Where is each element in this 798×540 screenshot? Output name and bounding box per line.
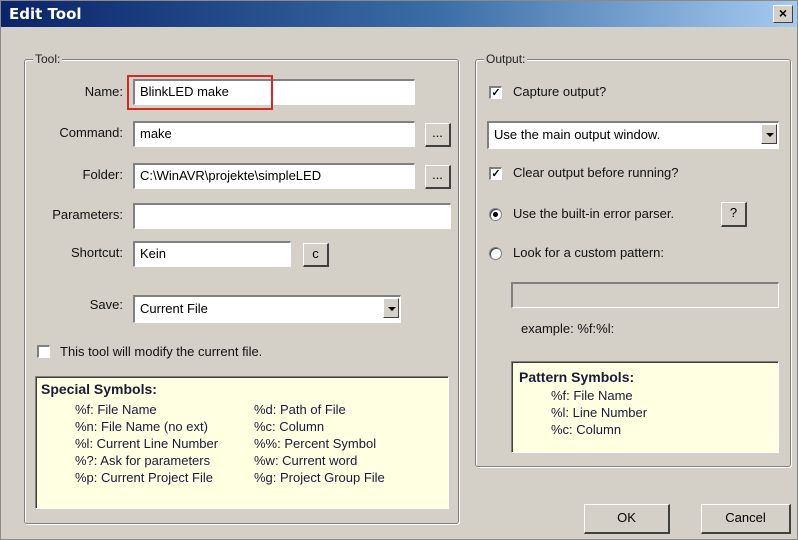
symbol-path-of-file: %d: Path of File [254,402,346,417]
help-icon: ? [729,205,738,220]
custom-pattern-label: Look for a custom pattern: [513,245,665,260]
capture-output-label: Capture output? [513,84,607,99]
command-field[interactable]: make [133,121,415,147]
pattern-symbols-title: Pattern Symbols: [519,369,635,385]
output-window-value: Use the main output window. [494,127,661,142]
pattern-symbol-line-number: %l: Line Number [551,405,648,420]
tool-group-title: Tool: [33,52,63,66]
window-title: Edit Tool [9,5,82,23]
cancel-label: Cancel [725,510,766,525]
ok-button[interactable]: OK [584,504,670,534]
folder-browse-button[interactable]: ... [425,165,451,189]
symbol-project-file: %p: Current Project File [75,470,213,485]
output-group-title: Output: [484,52,528,66]
folder-field[interactable]: C:\WinAVR\projekte\simpleLED [133,163,415,189]
title-bar[interactable]: Edit Tool [1,1,797,27]
parameters-field[interactable] [133,203,451,229]
pattern-symbol-column: %c: Column [551,422,622,437]
special-symbols-title: Special Symbols: [41,381,157,397]
shortcut-clear-button[interactable]: c [303,243,329,267]
shortcut-label: Shortcut: [70,245,123,260]
custom-pattern-input[interactable] [511,282,779,308]
modify-file-label: This tool will modify the current file. [60,344,263,359]
name-label: Name: [84,84,123,99]
symbol-percent: %%: Percent Symbol [254,436,377,451]
save-label: Save: [89,297,123,312]
command-value: make [140,126,172,141]
parser-help-button[interactable]: ? [721,202,747,227]
symbol-file-name: %f: File Name [75,402,157,417]
symbol-column: %c: Column [254,419,325,434]
close-icon: × [778,5,788,21]
symbol-current-word: %w: Current word [254,453,358,468]
symbol-file-name-no-ext: %n: File Name (no ext) [75,419,208,434]
folder-browse-label: ... [432,167,443,182]
pattern-example: example: %f:%l: [521,321,615,336]
command-browse-button[interactable]: ... [425,123,451,147]
ok-label: OK [617,510,636,525]
modify-file-checkbox[interactable] [37,345,50,358]
capture-output-checkbox[interactable]: ✓ [489,86,502,99]
save-value: Current File [140,301,208,316]
symbol-current-line: %l: Current Line Number [75,436,219,451]
radio-selected-dot [493,212,498,217]
close-button[interactable]: × [773,5,793,23]
command-browse-label: ... [432,125,443,140]
chevron-down-icon[interactable] [383,298,399,318]
builtin-parser-radio[interactable] [489,208,502,221]
symbol-ask-params: %?: Ask for parameters [75,453,211,468]
symbol-project-group: %g: Project Group File [254,470,385,485]
shortcut-field[interactable]: Kein [133,241,291,267]
shortcut-clear-label: c [312,246,319,261]
builtin-parser-label: Use the built-in error parser. [513,206,675,221]
folder-label: Folder: [82,167,123,182]
custom-pattern-radio[interactable] [489,247,502,260]
parameters-label: Parameters: [52,207,123,222]
name-field-highlight [127,75,273,110]
clear-output-label: Clear output before running? [513,165,679,180]
command-label: Command: [59,125,123,140]
pattern-symbol-file-name: %f: File Name [551,388,633,403]
shortcut-value: Kein [140,246,167,261]
output-window-select[interactable]: Use the main output window. [487,121,779,149]
clear-output-checkbox[interactable]: ✓ [489,167,502,180]
save-select[interactable]: Current File [133,295,401,323]
cancel-button[interactable]: Cancel [701,504,791,534]
folder-value: C:\WinAVR\projekte\simpleLED [140,168,322,183]
chevron-down-icon[interactable] [761,124,777,144]
edit-tool-dialog: Edit Tool × Tool: Name: BlinkLED make Co… [0,0,798,540]
